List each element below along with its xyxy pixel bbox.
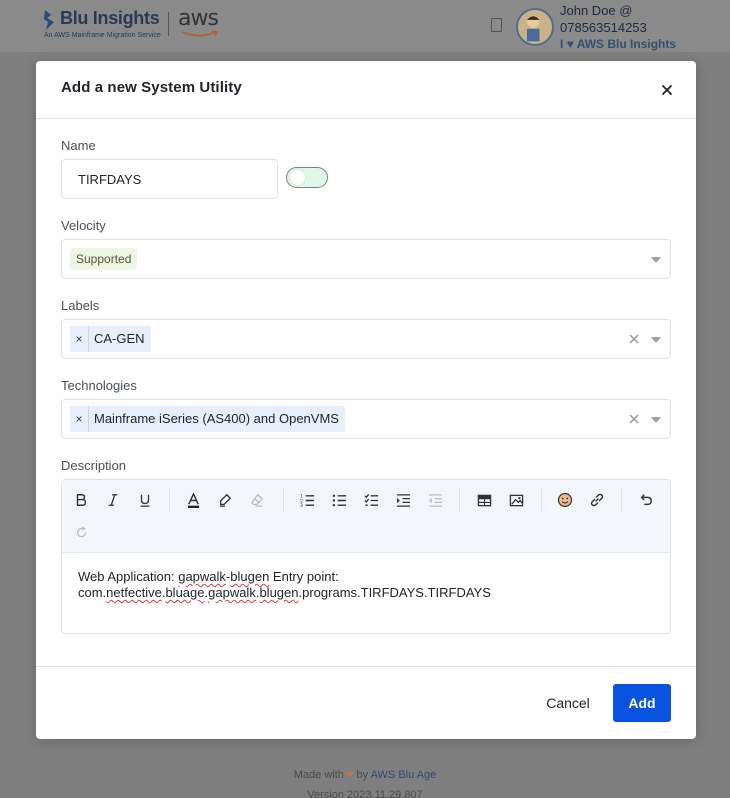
avatar[interactable] (516, 8, 554, 46)
description-editor: 123 Web Application: gapwalk-blugen Entr… (61, 479, 671, 634)
underline-icon[interactable] (133, 488, 157, 512)
aws-smile-icon (181, 30, 219, 37)
italic-icon[interactable] (101, 488, 125, 512)
toolbar-separator (541, 488, 542, 512)
technologies-label: Technologies (61, 378, 137, 393)
link-icon[interactable] (585, 488, 609, 512)
description-text[interactable]: Web Application: gapwalk-blugen Entry po… (78, 569, 658, 601)
clear-icon[interactable] (628, 333, 640, 345)
velocity-badge: Supported (70, 248, 138, 270)
label-chip-text: CA-GEN (94, 331, 145, 346)
documentation-icon[interactable] (491, 18, 502, 32)
love-tagline: I ♥ AWS Blu Insights (560, 37, 676, 51)
add-system-utility-modal: Add a new System Utility Name Velocity S… (36, 61, 696, 739)
misspelled-word: bluage (165, 585, 205, 600)
remove-chip-icon[interactable]: × (70, 406, 89, 432)
clear-icon[interactable] (628, 413, 640, 425)
logo-subtitle: An AWS Mainframe Migration Service (44, 32, 161, 39)
toolbar-separator (621, 488, 622, 512)
chevron-down-icon (651, 417, 661, 423)
labels-label: Labels (61, 298, 100, 313)
modal-header: Add a new System Utility (36, 61, 696, 119)
emoji-icon[interactable] (553, 488, 577, 512)
toolbar-separator (283, 488, 284, 512)
toolbar-separator (169, 488, 170, 512)
technology-chip-text: Mainframe iSeries (AS400) and OpenVMS (94, 411, 339, 426)
image-icon[interactable] (504, 488, 528, 512)
redo-icon[interactable] (69, 520, 93, 544)
page-footer: Made with ♥ by AWS Blu Age Version 2023.… (0, 765, 730, 798)
checklist-icon[interactable] (359, 488, 383, 512)
toggle-knob (290, 170, 305, 185)
highlight-icon[interactable] (213, 488, 237, 512)
name-label: Name (61, 138, 96, 153)
name-input[interactable] (61, 159, 278, 199)
avatar-icon (526, 15, 540, 42)
footer-by-text: by (356, 769, 369, 781)
modal-title: Add a new System Utility (61, 79, 242, 96)
user-account[interactable]: John Doe @ 078563514253 (560, 2, 647, 36)
add-button[interactable]: Add (613, 684, 671, 722)
svg-text:3: 3 (300, 503, 303, 508)
chevron-down-icon (651, 337, 661, 343)
outdent-icon[interactable] (423, 488, 447, 512)
version-text: Version 2023.11.29.807 (307, 789, 423, 798)
app-header: Blu Insights An AWS Mainframe Migration … (0, 0, 730, 52)
user-account-id: 078563514253 (560, 20, 647, 35)
misspelled-word: netfective (106, 585, 162, 600)
table-icon[interactable] (472, 488, 496, 512)
name-toggle[interactable] (286, 167, 328, 188)
bold-icon[interactable] (69, 488, 93, 512)
heart-icon: ♥ (346, 769, 354, 781)
misspelled-word: gapwalk (178, 569, 226, 584)
labels-select[interactable]: × CA-GEN (61, 319, 671, 359)
label-chip: × CA-GEN (70, 326, 151, 352)
misspelled-word: blugen (230, 569, 270, 584)
misspelled-word: blugen (259, 585, 299, 600)
description-label: Description (61, 458, 127, 473)
technology-chip: × Mainframe iSeries (AS400) and OpenVMS (70, 406, 345, 432)
love-prefix: I (560, 37, 564, 51)
cancel-button[interactable]: Cancel (536, 684, 600, 722)
remove-chip-icon[interactable]: × (70, 326, 89, 352)
eraser-icon[interactable] (245, 488, 269, 512)
blu-insights-logo-icon (44, 10, 54, 30)
bullet-list-icon[interactable] (327, 488, 351, 512)
modal-footer: Cancel Add (36, 666, 696, 739)
love-text: AWS Blu Insights (576, 37, 677, 51)
text-segment: Web Application: (78, 569, 179, 584)
aws-logo: aws (178, 6, 219, 31)
ordered-list-icon[interactable]: 123 (295, 488, 319, 512)
toolbar-separator (459, 488, 460, 512)
logo-title: Blu Insights (60, 8, 160, 28)
made-with-text: Made with (293, 769, 344, 781)
user-name: John Doe @ (560, 3, 633, 18)
heart-icon: ♥ (566, 37, 574, 51)
indent-icon[interactable] (391, 488, 415, 512)
chevron-down-icon (651, 257, 661, 263)
close-icon[interactable] (658, 81, 676, 99)
footer-brand-link[interactable]: AWS Blu Age (371, 769, 437, 781)
misspelled-word: gapwalk (208, 585, 256, 600)
text-color-icon[interactable] (181, 488, 205, 512)
undo-icon[interactable] (634, 488, 658, 512)
technologies-select[interactable]: × Mainframe iSeries (AS400) and OpenVMS (61, 399, 671, 439)
velocity-select[interactable]: Supported (61, 239, 671, 279)
velocity-label: Velocity (61, 218, 106, 233)
logo-divider (168, 12, 169, 36)
text-segment: .programs.TIRFDAYS.TIRFDAYS (298, 585, 491, 600)
editor-toolbar: 123 (62, 480, 670, 553)
